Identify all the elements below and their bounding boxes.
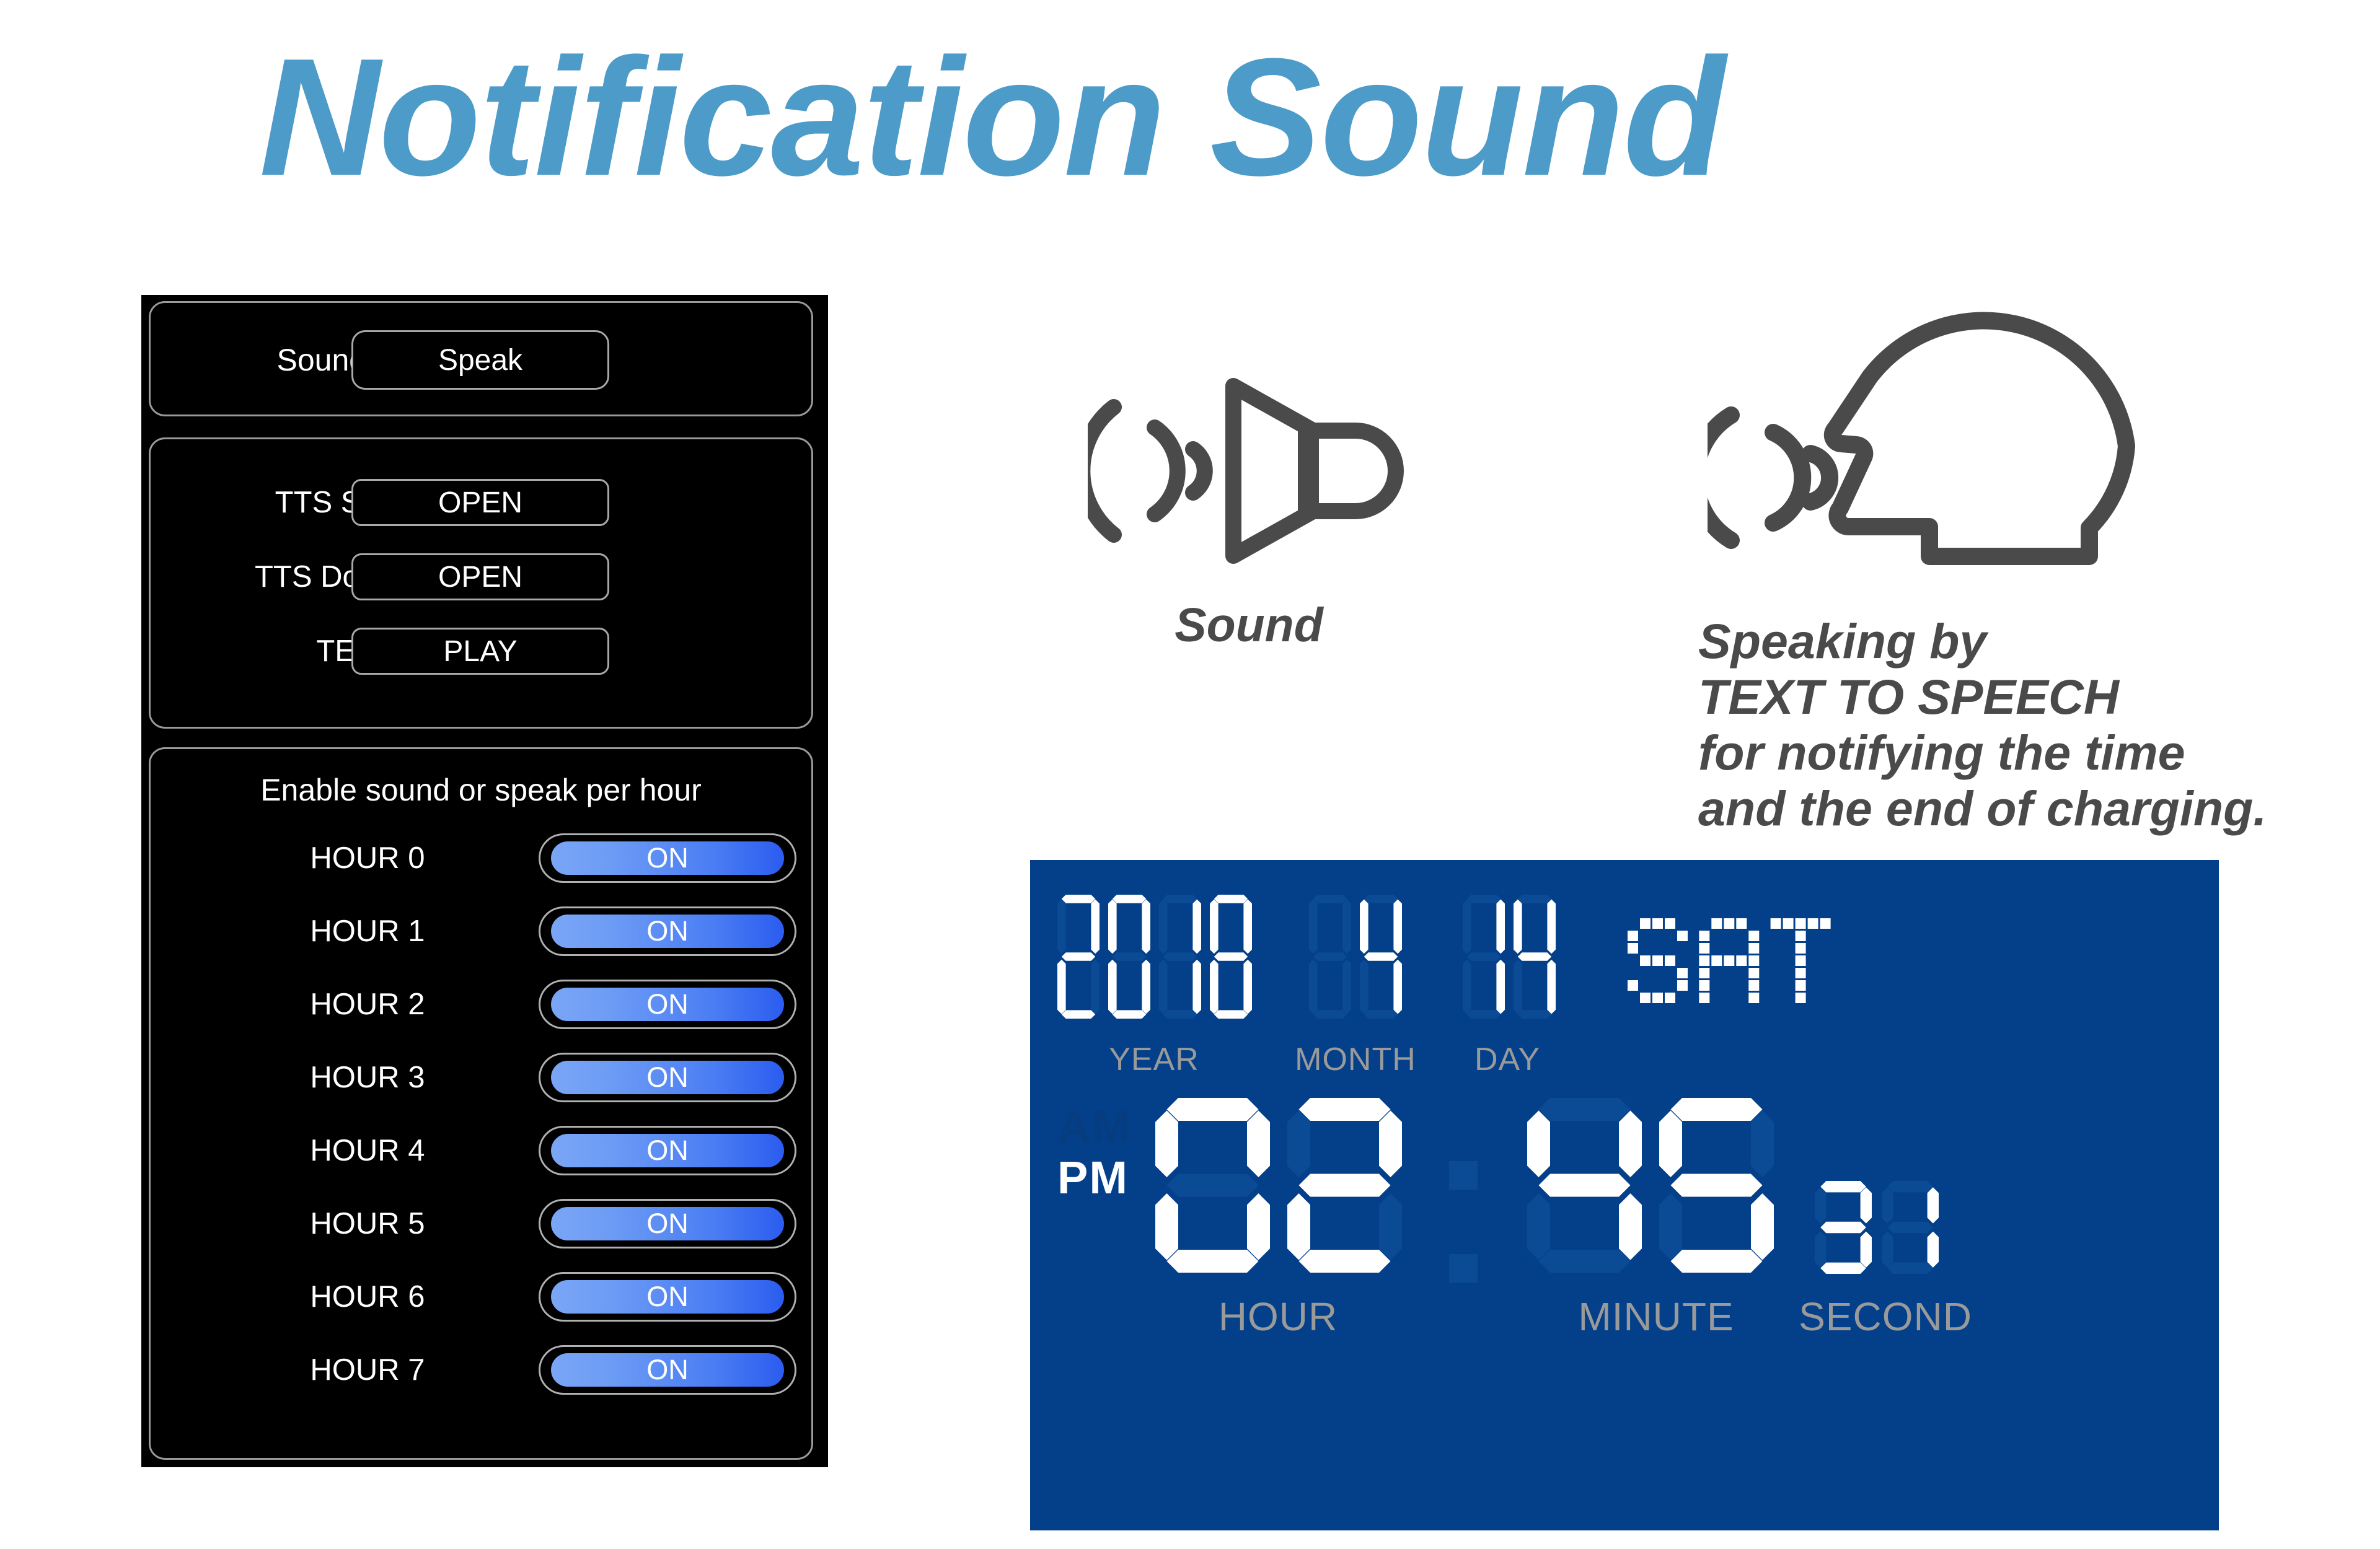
- tts-download-open-button[interactable]: OPEN: [351, 553, 609, 600]
- hour-5-toggle[interactable]: ON: [539, 1199, 796, 1248]
- speech-feature-block: [1687, 260, 2141, 586]
- hour-0-label: HOUR 0: [310, 841, 425, 875]
- test-row: TEST PLAY: [151, 620, 811, 682]
- sound-feature-block: Sound: [1075, 369, 1422, 653]
- hour-1-toggle-state: ON: [551, 915, 784, 948]
- hour-0-toggle[interactable]: ON: [539, 833, 796, 883]
- speech-line-1: Speaking by: [1698, 613, 1987, 669]
- tts-card: TTS Setting OPEN TTS Download OPEN TEST …: [149, 437, 813, 729]
- hour-4-toggle-state: ON: [551, 1134, 784, 1167]
- hour-row: HOUR 6 ON: [151, 1267, 811, 1327]
- tts-setting-open-button[interactable]: OPEN: [351, 479, 609, 526]
- head-speaking-icon: [1687, 312, 2135, 565]
- hour-4-label: HOUR 4: [310, 1134, 425, 1167]
- hour-row: HOUR 4 ON: [151, 1121, 811, 1180]
- hour-6-toggle[interactable]: ON: [539, 1272, 796, 1322]
- hour-2-label: HOUR 2: [310, 988, 425, 1021]
- hour-6-toggle-state: ON: [551, 1280, 784, 1314]
- clock-colon-dot-top: [1449, 1161, 1478, 1190]
- hour-2-toggle[interactable]: ON: [539, 980, 796, 1029]
- second-caption: SECOND: [1799, 1294, 1972, 1339]
- tts-download-row: TTS Download OPEN: [151, 546, 811, 608]
- speech-description: Speaking by TEXT TO SPEECH for notifying…: [1698, 613, 2380, 836]
- speech-line-3: for notifying the time: [1698, 725, 2185, 781]
- clock-hour-display: [1155, 1098, 1402, 1273]
- minute-caption: MINUTE: [1578, 1294, 1734, 1339]
- hour-row: HOUR 2 ON: [151, 975, 811, 1034]
- clock-second-display: [1815, 1181, 1939, 1274]
- hour-row: HOUR 3 ON: [151, 1048, 811, 1107]
- hour-caption: HOUR: [1218, 1294, 1338, 1339]
- clock-minute-display: [1527, 1098, 1774, 1273]
- hour-3-toggle[interactable]: ON: [539, 1053, 796, 1102]
- hour-7-label: HOUR 7: [310, 1353, 425, 1387]
- clock-month-display: [1309, 895, 1402, 1019]
- test-play-button[interactable]: PLAY: [351, 628, 609, 675]
- clock-day-display: [1463, 895, 1556, 1019]
- year-caption: YEAR: [1109, 1042, 1199, 1077]
- hour-3-toggle-state: ON: [551, 1061, 784, 1094]
- page-title: Notification Sound: [259, 24, 1726, 211]
- hour-6-label: HOUR 6: [310, 1280, 425, 1314]
- digital-clock-panel: YEAR MONTH DAY AM PM HOUR MINUTE SECOND: [1030, 860, 2219, 1530]
- sound-type-value-button[interactable]: Speak: [351, 330, 609, 390]
- hour-5-toggle-state: ON: [551, 1207, 784, 1240]
- hour-row: HOUR 1 ON: [151, 902, 811, 961]
- hour-1-toggle[interactable]: ON: [539, 906, 796, 956]
- hour-row: HOUR 7 ON: [151, 1340, 811, 1400]
- hour-7-toggle-state: ON: [551, 1353, 784, 1387]
- hour-4-toggle[interactable]: ON: [539, 1126, 796, 1175]
- clock-weekday-display: [1628, 918, 1831, 1003]
- hour-1-label: HOUR 1: [310, 915, 425, 948]
- sound-type-row: Sound type Speak: [151, 329, 811, 391]
- speaker-waves-icon: [1088, 378, 1404, 564]
- sound-caption: Sound: [1175, 599, 1323, 652]
- phone-settings-panel: Sound type Speak TTS Setting OPEN TTS Do…: [141, 295, 828, 1467]
- clock-colon-dot-bottom: [1449, 1254, 1478, 1283]
- hour-5-label: HOUR 5: [310, 1207, 425, 1240]
- am-indicator: AM: [1057, 1101, 1132, 1152]
- speech-line-4: and the end of charging.: [1698, 781, 2267, 836]
- day-caption: DAY: [1474, 1042, 1541, 1077]
- sound-type-card: Sound type Speak: [149, 301, 813, 416]
- clock-year-display: [1057, 895, 1252, 1019]
- hour-2-toggle-state: ON: [551, 988, 784, 1021]
- pm-indicator: PM: [1057, 1152, 1129, 1203]
- hour-row: HOUR 5 ON: [151, 1194, 811, 1253]
- hour-0-toggle-state: ON: [551, 841, 784, 875]
- hour-7-toggle[interactable]: ON: [539, 1345, 796, 1395]
- tts-setting-row: TTS Setting OPEN: [151, 472, 811, 533]
- hours-card-header: Enable sound or speak per hour: [260, 773, 702, 807]
- hour-row: HOUR 0 ON: [151, 828, 811, 888]
- hours-card: Enable sound or speak per hour HOUR 0 ON…: [149, 747, 813, 1460]
- hour-3-label: HOUR 3: [310, 1061, 425, 1094]
- speech-line-2: TEXT TO SPEECH: [1698, 669, 2119, 725]
